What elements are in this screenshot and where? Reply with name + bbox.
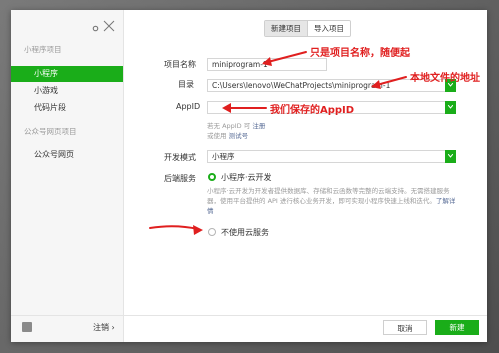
annotation-arrows <box>149 51 407 235</box>
annotation-dir: 本地文件的地址 <box>410 73 480 84</box>
arrowhead-dir <box>371 80 381 89</box>
annotation-name: 只是项目名称，随便起 <box>310 48 410 59</box>
arrow-no-cloud <box>149 225 199 230</box>
arrowhead-no-cloud <box>193 225 203 235</box>
arrowhead-name <box>262 57 272 66</box>
annotation-appid: 我们保存的AppID <box>270 105 355 116</box>
arrowhead-appid <box>222 103 231 113</box>
